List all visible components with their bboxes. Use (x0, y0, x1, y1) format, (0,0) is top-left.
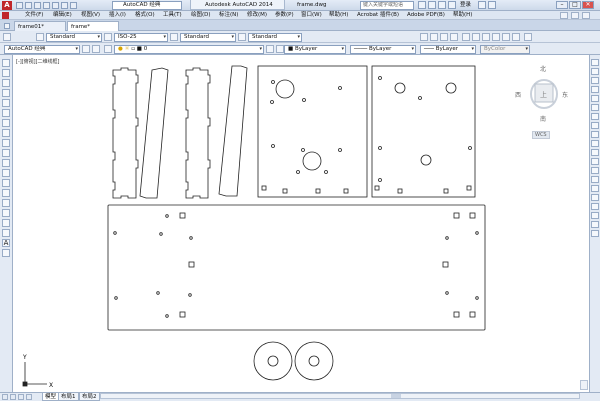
fillet-icon[interactable] (591, 194, 599, 201)
scrollbar-thumb[interactable] (391, 394, 401, 398)
tab-layout2[interactable]: 布局2 (79, 393, 100, 401)
viewcube[interactable]: 北 南 西 东 上 WCS (515, 62, 570, 140)
stretch-icon[interactable] (591, 131, 599, 138)
rotate-icon[interactable] (591, 113, 599, 120)
wcs-menu[interactable]: WCS (532, 131, 550, 139)
motor-plate (257, 65, 368, 198)
viewcube-top-face[interactable]: 上 (540, 90, 547, 100)
tab-layout1[interactable]: 布局1 (58, 393, 79, 401)
wheel-left-hub (267, 355, 279, 367)
extend-icon[interactable] (591, 149, 599, 156)
tab-model[interactable]: 模型 (42, 393, 60, 401)
last-tab-icon[interactable] (26, 394, 32, 400)
wheel-right-hub (308, 355, 320, 367)
next-tab-icon[interactable] (18, 394, 24, 400)
offset-icon[interactable] (591, 86, 599, 93)
wcs-label: WCS (535, 132, 547, 138)
join-icon[interactable] (591, 176, 599, 183)
mirror-icon[interactable] (591, 77, 599, 84)
plate1-large-hole-center (302, 151, 322, 171)
modify-toolbar (589, 55, 600, 395)
plate1-large-hole-top (275, 79, 295, 99)
prev-tab-icon[interactable] (10, 394, 16, 400)
vertical-scrollbar[interactable] (580, 380, 588, 390)
break-at-point-icon[interactable] (591, 158, 599, 165)
explode-icon[interactable] (591, 212, 599, 219)
copy-icon[interactable] (591, 68, 599, 75)
polyline-edit-icon[interactable] (591, 230, 599, 237)
ucs-x-label: X (49, 382, 53, 389)
wheel-left-outer (253, 341, 293, 381)
slanted-panel-1 (139, 67, 169, 199)
base-plate (107, 204, 486, 331)
side-panel-2 (185, 67, 211, 199)
ucs-y-label: Y (22, 354, 27, 361)
viewcube-graphic (530, 79, 567, 135)
break-icon[interactable] (591, 167, 599, 174)
array-icon[interactable] (591, 95, 599, 102)
erase-icon[interactable] (591, 59, 599, 66)
viewcube-east[interactable]: 东 (562, 90, 568, 99)
horizontal-scrollbar[interactable] (100, 393, 580, 399)
move-icon[interactable] (591, 104, 599, 111)
viewcube-south[interactable]: 南 (540, 114, 546, 123)
viewcube-west[interactable]: 西 (515, 90, 521, 99)
wheel-right-outer (294, 341, 334, 381)
first-tab-icon[interactable] (2, 394, 8, 400)
side-panel-left (112, 67, 139, 199)
drawing-geometry: Y X (22, 65, 486, 389)
scale-icon[interactable] (591, 122, 599, 129)
blend-curves-icon[interactable] (591, 203, 599, 210)
trim-icon[interactable] (591, 140, 599, 147)
hatch-edit-icon[interactable] (591, 221, 599, 228)
slanted-panel-2 (218, 65, 248, 197)
chamfer-icon[interactable] (591, 185, 599, 192)
viewcube-north[interactable]: 北 (540, 64, 546, 73)
side-plate (371, 65, 476, 198)
